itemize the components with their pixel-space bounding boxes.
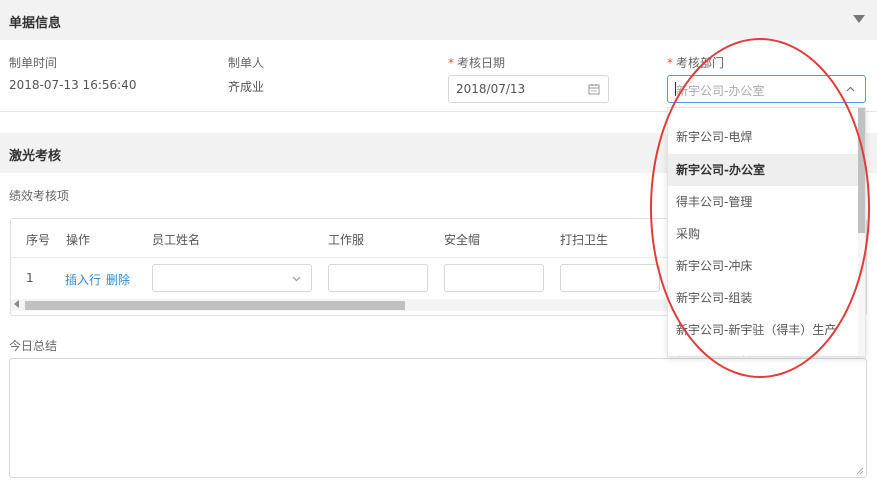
review-dept-label-text: 考核部门 [676,56,725,70]
collapse-triangle-icon[interactable] [853,15,865,23]
header-workwear: 工作服 [328,233,365,247]
review-date-value: 2018/07/13 [456,82,526,96]
resize-grip-icon[interactable] [856,467,864,475]
review-dept-label: * 考核部门 [667,54,724,71]
review-dept-placeholder: 新宇公司-办公室 [676,84,765,98]
creator-value: 齐成业 [228,80,265,94]
summary-textarea[interactable] [9,358,867,478]
created-time-label: 制单时间 [9,56,58,70]
review-dept-select[interactable]: 新宇公司-办公室 [667,75,866,103]
dept-option[interactable]: 得丰公司-管理 [668,186,860,218]
employee-name-select[interactable] [152,264,312,292]
cleaning-input[interactable] [560,264,660,292]
dept-option[interactable]: 新宇公司-组装 [668,282,860,314]
header-helmet: 安全帽 [444,233,481,247]
doc-info-header[interactable]: 单据信息 [0,0,877,40]
perf-items-label: 绩效考核项 [9,189,70,203]
dept-option[interactable]: 新宇公司-切料 [668,346,860,356]
chevron-down-icon[interactable] [292,276,301,282]
header-action: 操作 [66,233,91,247]
scroll-left-arrow-icon[interactable] [14,300,19,308]
horizontal-scroll-thumb[interactable] [25,301,405,310]
creator-label: 制单人 [228,56,265,70]
dept-option[interactable]: 新宇公司-电焊 [668,121,860,153]
review-date-label: * 考核日期 [448,54,505,71]
required-mark: * [448,56,454,70]
header-cleaning: 打扫卫生 [560,233,609,247]
insert-row-link[interactable]: 插入行 [65,271,101,288]
helmet-input[interactable] [444,264,544,292]
doc-info-title: 单据信息 [9,16,62,31]
summary-label: 今日总结 [9,339,58,353]
review-date-label-text: 考核日期 [457,56,506,70]
header-index: 序号 [26,233,51,247]
chevron-up-icon[interactable] [846,86,855,92]
dept-option[interactable]: 新宇公司-冲床 [668,250,860,282]
required-mark: * [667,56,673,70]
dept-dropdown: 新宇公司-电焊 新宇公司-办公室 得丰公司-管理 采购 新宇公司-冲床 新宇公司… [667,107,866,357]
review-date-input[interactable]: 2018/07/13 [448,75,609,103]
laser-review-title: 激光考核 [9,149,62,164]
workwear-input[interactable] [328,264,428,292]
dept-option[interactable]: 采购 [668,218,860,250]
dropdown-scroll-thumb[interactable] [858,108,865,233]
calendar-icon[interactable] [588,83,600,95]
dept-option-selected[interactable]: 新宇公司-办公室 [668,154,860,186]
dept-option[interactable]: 新宇公司-新宇驻（得丰）生产 [668,314,860,346]
row-index: 1 [26,271,34,285]
header-employee-name: 员工姓名 [152,233,201,247]
delete-row-link[interactable]: 删除 [106,271,130,288]
created-time-value: 2018-07-13 16:56:40 [9,78,137,92]
